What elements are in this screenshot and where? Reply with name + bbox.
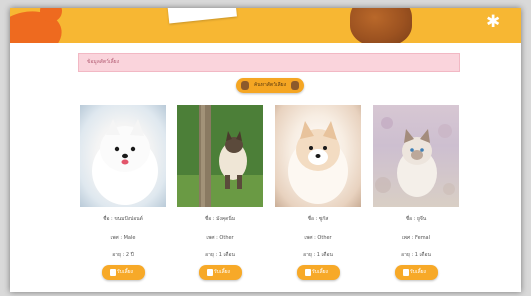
adopt-button-label: รับเลี้ยง: [117, 269, 134, 275]
pet-gender: เพศ : Femal: [401, 235, 431, 241]
pet-photo: [373, 105, 459, 207]
info-bar: ข้อมูลสัตว์เลี้ยง: [78, 53, 460, 72]
adopt-button[interactable]: รับเลี้ยง: [395, 265, 438, 280]
banner-cat-image: [350, 8, 412, 43]
pet-name: ชื่อ : ขนมปังปอนด์: [103, 216, 143, 222]
search-pets-button[interactable]: ค้นหาสัตว์เลี้ยง: [236, 78, 304, 93]
pet-age: อายุ : 2 ปี: [112, 252, 134, 258]
pet-gender: เพศ : Male: [110, 235, 136, 241]
pet-gender: เพศ : Other: [206, 235, 234, 241]
adopt-button[interactable]: รับเลี้ยง: [199, 265, 242, 280]
adopt-icon: [305, 269, 311, 276]
adopt-button-label: รับเลี้ยง: [214, 269, 231, 275]
pomeranian-illustration: [92, 119, 158, 205]
pet-name: ชื่อ : มังคุดนิ่ม: [204, 216, 236, 222]
himalayan-cat-illustration: [375, 117, 455, 197]
pet-age: อายุ : 1 เดือน: [303, 252, 333, 258]
pet-age: อายุ : 1 เดือน: [401, 252, 431, 258]
star-icon: ✱: [486, 12, 501, 32]
paw-icon: [291, 81, 299, 90]
fluffy-dog-illustration: [288, 121, 348, 204]
pet-name: ชื่อ : ซูกัส: [307, 216, 329, 222]
pet-photo: [80, 105, 166, 207]
adopt-button-label: รับเลี้ยง: [410, 269, 427, 275]
adopt-icon: [110, 269, 116, 276]
pet-name: ชื่อ : ยูจีน: [405, 216, 427, 222]
adopt-button-label: รับเลี้ยง: [312, 269, 329, 275]
pet-photo: [177, 105, 263, 207]
pet-age: อายุ : 1 เดือน: [205, 252, 235, 258]
pet-photo: [275, 105, 361, 207]
adopt-button[interactable]: รับเลี้ยง: [297, 265, 340, 280]
paw-icon: [241, 81, 249, 90]
adopt-button[interactable]: รับเลี้ยง: [102, 265, 145, 280]
adopt-icon: [207, 269, 213, 276]
banner-paper: [167, 8, 237, 24]
search-pets-label: ค้นหาสัตว์เลี้ยง: [253, 82, 287, 88]
adopt-icon: [403, 269, 409, 276]
siamese-cat-illustration: [177, 105, 263, 207]
info-bar-text: ข้อมูลสัตว์เลี้ยง: [87, 59, 120, 65]
pet-gender: เพศ : Other: [304, 235, 332, 241]
browser-window: ✱ ข้อมูลสัตว์เลี้ยง ค้นหาสัตว์เลี้ยง ชื่…: [10, 8, 521, 292]
header-banner: ✱: [10, 8, 521, 43]
